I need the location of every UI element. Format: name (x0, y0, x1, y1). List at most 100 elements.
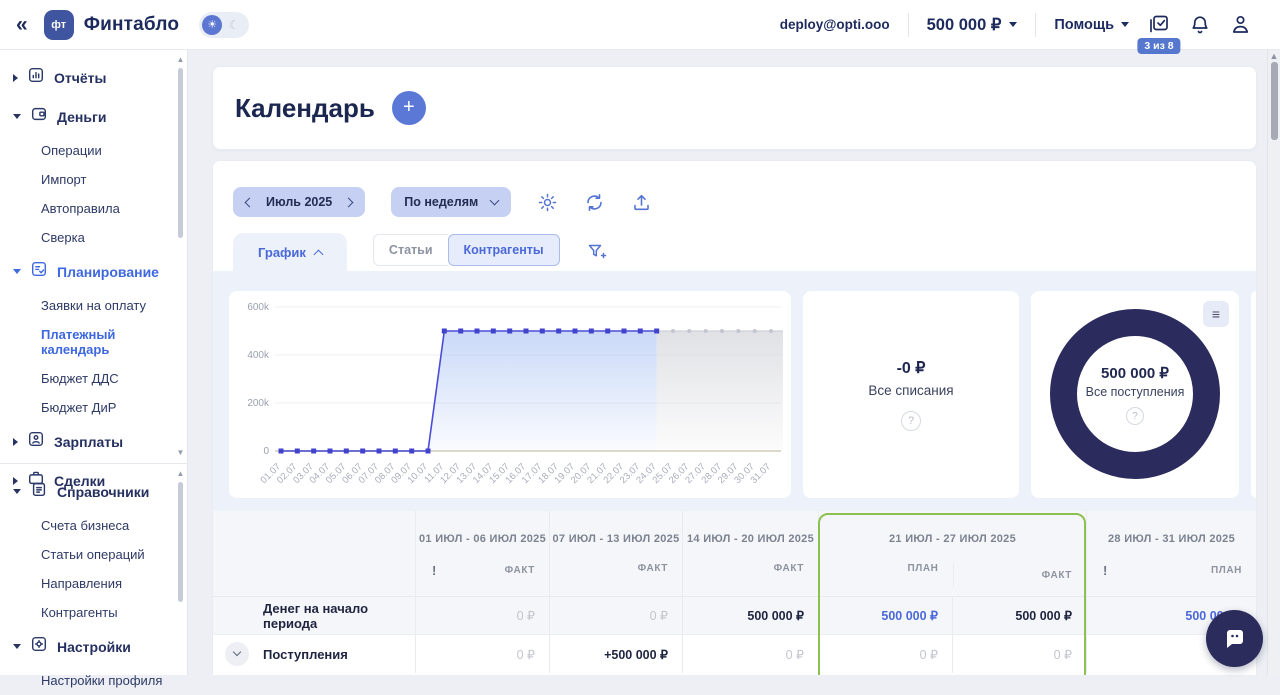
sidebar-item-operations[interactable]: Операции (0, 136, 187, 165)
sidebar-item-label: Настройки (57, 639, 131, 655)
calendar-table: 01 ИЮЛ - 06 ИЮЛ 2025 ! ФАКТ 07 ИЮЛ - 13 … (213, 511, 1256, 673)
sidebar-item-operation-articles[interactable]: Статьи операций (0, 540, 187, 569)
scroll-up-arrow[interactable]: ▲ (176, 56, 185, 64)
theme-toggle[interactable]: ☀ ☾ (199, 12, 249, 38)
header-week-1: 01 ИЮЛ - 06 ИЮЛ 2025 ! ФАКТ (415, 511, 549, 596)
add-button[interactable]: + (392, 91, 426, 125)
sidebar-item-autorules[interactable]: Автоправила (0, 194, 187, 223)
sidebar-item-reports[interactable]: Отчёты (0, 58, 187, 97)
divider (908, 13, 909, 37)
header-week-4-current: 21 ИЮЛ - 27 ИЮЛ 2025 ПЛАН ФАКТ (818, 511, 1086, 596)
settings-button[interactable] (537, 192, 558, 213)
sidebar-item-directories[interactable]: Справочники (0, 472, 187, 511)
chat-fab-button[interactable] (1206, 610, 1263, 667)
caret-down-icon (13, 269, 21, 274)
checklist-icon (30, 260, 48, 283)
refresh-button[interactable] (584, 192, 605, 213)
scroll-up-arrow[interactable]: ▲ (1268, 51, 1280, 61)
sidebar-collapse-button[interactable]: « (16, 14, 28, 35)
bell-icon (1189, 14, 1211, 36)
inflow-card: 500 000 ₽ Все поступления ? ≡ (1031, 291, 1239, 498)
clipboard-icon (30, 480, 48, 503)
sidebar-item-planning[interactable]: Планирование (0, 252, 187, 291)
balance-dropdown[interactable]: 500 000 ₽ (927, 15, 1018, 35)
person-icon (1229, 13, 1252, 36)
export-button[interactable] (631, 192, 652, 213)
period-selector[interactable]: Июль 2025 (233, 187, 365, 217)
page-scrollbar[interactable]: ▲ (1267, 50, 1280, 675)
tab-graph[interactable]: График (233, 233, 347, 271)
sidebar-scrollbar[interactable]: ▲ ▼ (176, 56, 185, 457)
scrollbar-thumb[interactable] (1271, 62, 1278, 140)
caret-down-icon (13, 644, 21, 649)
caret-right-icon (13, 438, 18, 446)
scrollbar-thumb[interactable] (178, 482, 183, 602)
chevron-down-icon (1009, 22, 1017, 27)
tasks-progress-badge: 3 из 8 (1137, 38, 1180, 54)
wallet-icon (30, 105, 48, 128)
help-dropdown[interactable]: Помощь (1054, 17, 1129, 33)
sun-icon: ☀ (202, 15, 222, 35)
inflow-label: Все поступления (1086, 385, 1185, 399)
sidebar-item-budget-dir[interactable]: Бюджет ДиР (0, 393, 187, 422)
sidebar-item-salaries[interactable]: Зарплаты (0, 422, 187, 461)
help-icon[interactable]: ? (901, 411, 921, 431)
caret-down-icon (13, 489, 21, 494)
gear-icon (537, 192, 558, 213)
next-card-edge (1251, 291, 1257, 498)
sidebar-item-import[interactable]: Импорт (0, 165, 187, 194)
caret-down-icon (13, 114, 21, 119)
task-checklist-icon (1147, 13, 1171, 37)
inflow-value: 500 000 ₽ (1101, 364, 1169, 382)
cell-value: 0 ₽ (818, 635, 952, 673)
prev-month-button[interactable] (245, 197, 255, 207)
card-menu-button[interactable]: ≡ (1203, 301, 1229, 327)
sidebar-item-label: Планирование (57, 264, 159, 280)
fact-label: ФАКТ (774, 563, 804, 574)
outflow-card: -0 ₽ Все списания ? (803, 291, 1019, 498)
cell-value: +500 000 ₽ (549, 635, 682, 673)
person-badge-icon (27, 430, 45, 453)
sidebar-item-business-accounts[interactable]: Счета бизнеса (0, 511, 187, 540)
toolbar: Июль 2025 По неделям (213, 161, 1256, 217)
sidebar-item-reconciliation[interactable]: Сверка (0, 223, 187, 252)
sidebar-item-directions[interactable]: Направления (0, 569, 187, 598)
row-label: Поступления (213, 635, 415, 673)
cashflow-line-chart: 0200k400k600k01.0702.0703.0704.0705.0706… (229, 291, 791, 498)
sidebar-item-settings[interactable]: Настройки (0, 627, 187, 666)
tab-counterparties[interactable]: Контрагенты (448, 234, 560, 266)
tasks-button[interactable]: 3 из 8 (1147, 13, 1171, 37)
header-label-cell (213, 511, 415, 596)
divider (1035, 13, 1036, 37)
sidebar-item-payment-requests[interactable]: Заявки на оплату (0, 291, 187, 320)
scrollbar-thumb[interactable] (178, 68, 183, 238)
cell-value: 0 ₽ (952, 635, 1086, 673)
sidebar-item-budget-dds[interactable]: Бюджет ДДС (0, 364, 187, 393)
profile-button[interactable] (1229, 13, 1252, 36)
sidebar-item-counterparties[interactable]: Контрагенты (0, 598, 187, 627)
scroll-down-arrow[interactable]: ▼ (176, 449, 185, 457)
view-mode-dropdown[interactable]: По неделям (391, 187, 511, 217)
filter-button[interactable] (586, 242, 608, 262)
chevron-up-icon (313, 249, 323, 259)
next-month-button[interactable] (344, 197, 354, 207)
header-week-2: 07 ИЮЛ - 13 ИЮЛ 2025 ФАКТ (549, 511, 682, 596)
charts-row: 0200k400k600k01.0702.0703.0704.0705.0706… (213, 271, 1256, 511)
sidebar-item-profile-settings[interactable]: Настройки профиля (0, 666, 187, 695)
expand-row-toggle[interactable] (225, 642, 249, 666)
sidebar-scrollbar[interactable]: ▲ (176, 470, 185, 668)
week-range: 14 ИЮЛ - 20 ИЮЛ 2025 (683, 533, 818, 545)
week-range: 01 ИЮЛ - 06 ИЮЛ 2025 (416, 533, 549, 545)
help-icon[interactable]: ? (1126, 407, 1144, 425)
fact-label: ФАКТ (638, 563, 668, 574)
table-header: 01 ИЮЛ - 06 ИЮЛ 2025 ! ФАКТ 07 ИЮЛ - 13 … (213, 511, 1256, 597)
main-content: Календарь + Июль 2025 По неделям (188, 50, 1280, 675)
refresh-icon (584, 192, 605, 213)
scroll-up-arrow[interactable]: ▲ (176, 470, 185, 478)
sidebar-item-money[interactable]: Деньги (0, 97, 187, 136)
tab-articles[interactable]: Статьи (373, 234, 448, 266)
chat-bubble-icon (1221, 625, 1249, 653)
sidebar-item-payment-calendar[interactable]: Платежный календарь (0, 320, 187, 364)
notifications-button[interactable] (1189, 14, 1211, 36)
warning-mark: ! (432, 563, 436, 578)
